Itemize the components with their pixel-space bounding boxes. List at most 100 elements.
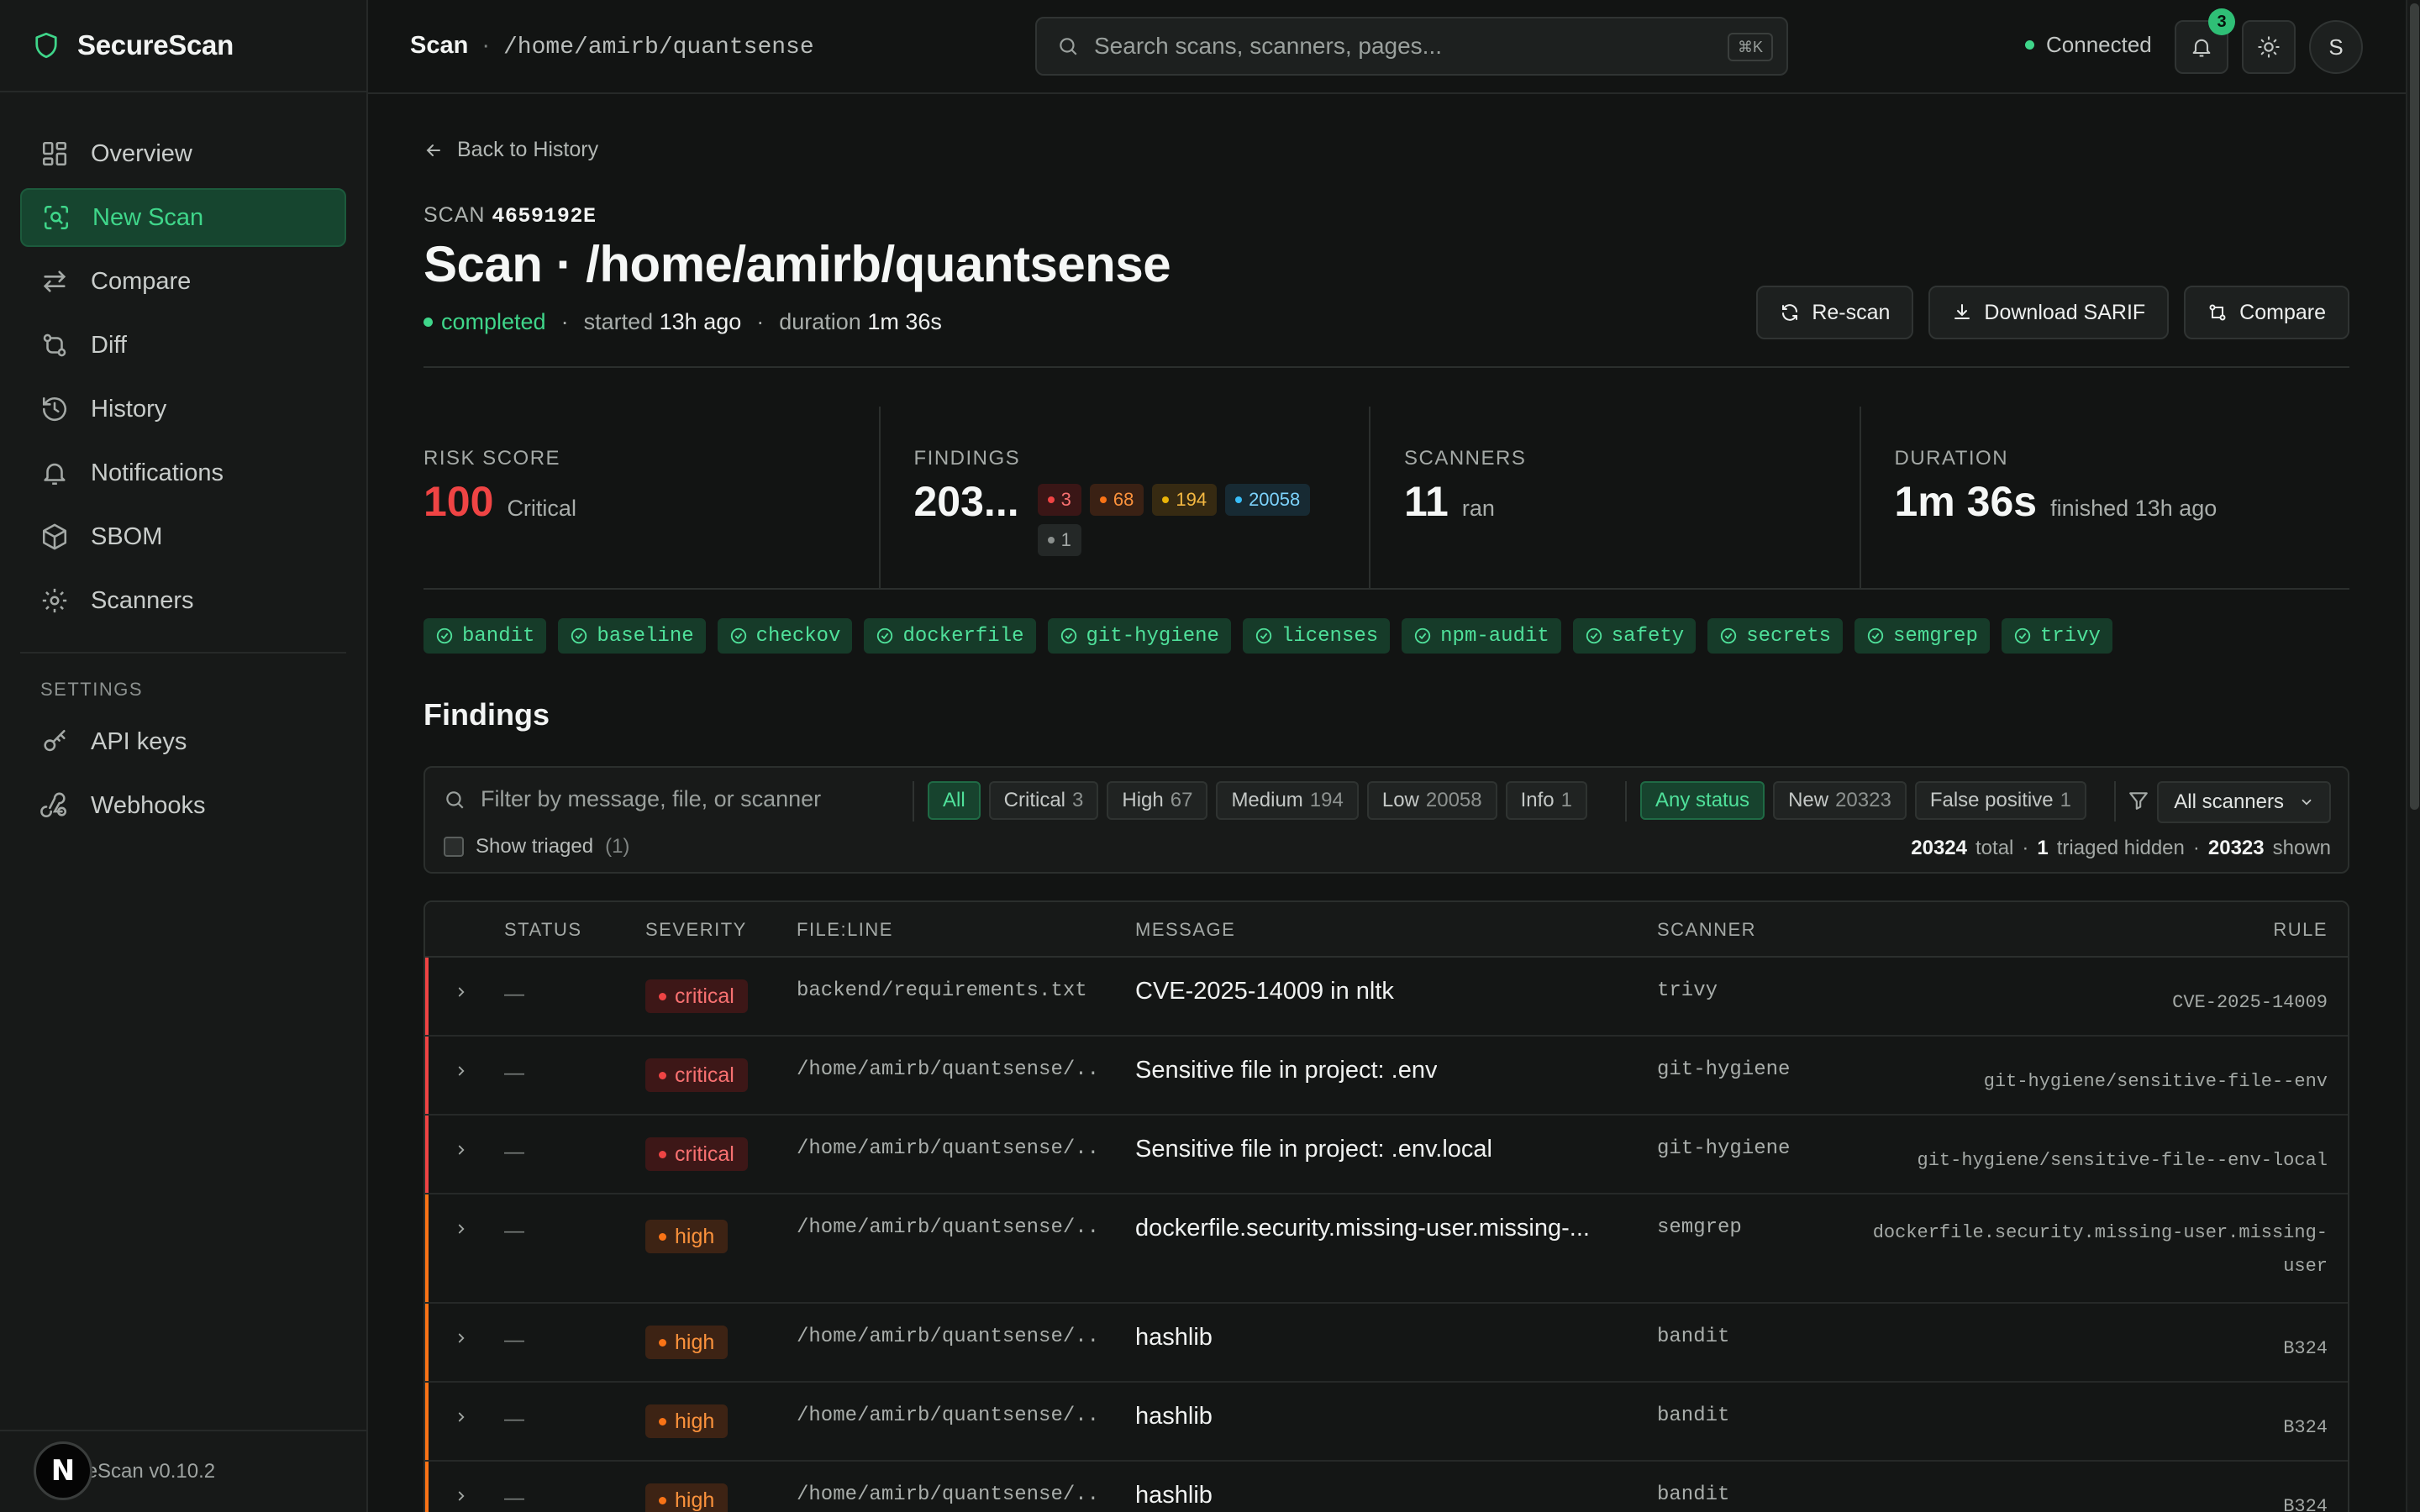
table-row[interactable]: — high/home/amirb/quantsense/... hashlib ba… [425, 1304, 2348, 1383]
brand[interactable]: SecureScan [0, 0, 366, 92]
chevron-right-icon[interactable] [454, 1221, 469, 1236]
scanner-chip[interactable]: git-hygiene [1047, 618, 1231, 654]
connection-label: Connected [2046, 32, 2152, 57]
sidebar-item-sbom[interactable]: SBOM [20, 507, 346, 566]
scanner-chip[interactable]: npm-audit [1402, 618, 1561, 654]
sidebar-item-diff[interactable]: Diff [20, 316, 346, 375]
scanner-chip[interactable]: safety [1572, 618, 1697, 654]
scanner-select[interactable]: All scanners [2157, 781, 2331, 823]
chevron-right-icon[interactable] [454, 984, 469, 1000]
status-filter-new[interactable]: New 20323 [1773, 781, 1907, 820]
finding-file[interactable]: /home/amirb/quantsense/... [797, 1326, 1099, 1348]
show-triaged-toggle[interactable]: Show triaged (1) [444, 835, 629, 858]
filter-divider [2114, 781, 2116, 822]
back-to-history-link[interactable]: Back to History [424, 138, 598, 162]
avatar[interactable]: S [2309, 20, 2363, 74]
severity-accent-bar [425, 958, 429, 1035]
scan-icon [42, 203, 71, 232]
sidebar-item-webhooks[interactable]: Webhooks [20, 776, 346, 835]
download-sarif-button[interactable]: Download SARIF [1928, 286, 2170, 339]
started-value: 13h ago [659, 309, 742, 334]
connection-dot [2025, 40, 2034, 50]
notifications-button[interactable]: 3 [2175, 8, 2235, 74]
severity-label: critical [675, 1142, 734, 1166]
show-triaged-checkbox[interactable] [444, 837, 464, 857]
sidebar-item-label: API keys [91, 727, 187, 755]
dev-tools-button[interactable]: N [34, 1441, 92, 1500]
column-header-file[interactable]: FILE:LINE [797, 919, 893, 941]
table-row[interactable]: — critical/home/amirb/quantsense/... Sensi… [425, 1116, 2348, 1194]
sidebar-item-scanners[interactable]: Scanners [20, 571, 346, 630]
finding-file[interactable]: /home/amirb/quantsense/... [797, 1404, 1099, 1427]
global-search[interactable]: Search scans, scanners, pages... ⌘K [1035, 17, 1788, 76]
scanner-chip-label: checkov [755, 624, 841, 648]
sidebar-item-history[interactable]: History [20, 380, 346, 438]
column-header-scanner[interactable]: SCANNER [1657, 919, 1756, 941]
scanner-chip[interactable]: licenses [1242, 618, 1391, 654]
chevron-right-icon[interactable] [454, 1410, 469, 1425]
page-scrollbar[interactable] [2406, 0, 2420, 1512]
rescan-button[interactable]: Re-scan [1756, 286, 1914, 339]
finding-file[interactable]: /home/amirb/quantsense/... [797, 1483, 1099, 1506]
refresh-icon [1780, 302, 1800, 323]
severity-filter-medium[interactable]: Medium 194 [1216, 781, 1359, 820]
duration-value: 1m 36s [867, 309, 942, 334]
search-icon [444, 789, 466, 811]
chevron-right-icon[interactable] [454, 1063, 469, 1079]
status-filter-any[interactable]: Any status [1640, 781, 1765, 820]
severity-filter-critical[interactable]: Critical 3 [988, 781, 1099, 820]
scanner-chip[interactable]: checkov [717, 618, 853, 654]
compare-button[interactable]: Compare [2184, 286, 2349, 339]
main-nav: Overview New Scan Compare Diff History N… [0, 92, 366, 630]
finding-status: — [504, 1408, 524, 1431]
chevron-right-icon[interactable] [454, 1488, 469, 1504]
table-row[interactable]: — critical backend/requirements.txt CVE-202… [425, 958, 2348, 1037]
table-row[interactable]: — high/home/amirb/quantsense/... dockerfil… [425, 1194, 2348, 1304]
chevron-right-icon[interactable] [454, 1331, 469, 1346]
pill-label: False positive [1929, 789, 2054, 811]
medium-count-badge: 194 [1152, 484, 1218, 516]
sidebar-item-new-scan[interactable]: New Scan [20, 188, 346, 247]
column-header-status[interactable]: STATUS [504, 919, 582, 941]
finding-message: Sensitive file in project: .env [1135, 1057, 1438, 1084]
finding-file[interactable]: backend/requirements.txt [797, 979, 1099, 1002]
severity-filter-low[interactable]: Low 20058 [1366, 781, 1497, 820]
table-row[interactable]: — high/home/amirb/quantsense/... hashlib ba… [425, 1462, 2348, 1512]
table-row[interactable]: — high/home/amirb/quantsense/... hashlib ba… [425, 1383, 2348, 1462]
theme-toggle-button[interactable] [2242, 20, 2296, 74]
compare-label: Compare [2239, 300, 2326, 324]
severity-filter-high[interactable]: High 67 [1107, 781, 1208, 820]
severity-filter-info[interactable]: Info 1 [1505, 781, 1588, 820]
check-circle-icon [1413, 627, 1432, 645]
scanner-chip[interactable]: baseline [558, 618, 706, 654]
check-circle-icon [1866, 627, 1885, 645]
finding-file[interactable]: /home/amirb/quantsense/... [797, 1058, 1099, 1081]
column-header-message[interactable]: MESSAGE [1135, 919, 1235, 941]
column-header-rule[interactable]: RULE [2273, 919, 2328, 941]
severity-filter-all[interactable]: All [928, 781, 981, 820]
findings-filter-input[interactable]: Filter by message, file, or scanner [444, 786, 821, 812]
scrollbar-thumb[interactable] [2410, 3, 2419, 810]
column-header-severity[interactable]: SEVERITY [645, 919, 747, 941]
chevron-right-icon[interactable] [454, 1142, 469, 1158]
sidebar-item-notifications[interactable]: Notifications [20, 444, 346, 502]
pill-label: High [1122, 789, 1164, 811]
sidebar-item-compare[interactable]: Compare [20, 252, 346, 311]
scanner-chip[interactable]: trivy [2001, 618, 2112, 654]
scanner-chip[interactable]: bandit [424, 618, 547, 654]
scanner-chip[interactable]: semgrep [1854, 618, 1990, 654]
scanner-chip[interactable]: dockerfile [864, 618, 1036, 654]
scanner-chip[interactable]: secrets [1707, 618, 1844, 654]
finding-scanner: trivy [1657, 979, 1718, 1002]
table-row[interactable]: — critical/home/amirb/quantsense/... Sensi… [425, 1037, 2348, 1116]
git-compare-icon [2207, 302, 2228, 323]
critical-count: 3 [1060, 489, 1071, 510]
finding-file[interactable]: /home/amirb/quantsense/... [797, 1137, 1099, 1160]
sidebar-item-overview[interactable]: Overview [20, 124, 346, 183]
finding-scanner: git-hygiene [1657, 1058, 1791, 1081]
severity-accent-bar [425, 1116, 429, 1193]
finding-file[interactable]: /home/amirb/quantsense/... [797, 1216, 1099, 1239]
finding-scanner: semgrep [1657, 1216, 1742, 1239]
sidebar-item-api-keys[interactable]: API keys [20, 712, 346, 771]
status-filter-false-positive[interactable]: False positive 1 [1914, 781, 2086, 820]
